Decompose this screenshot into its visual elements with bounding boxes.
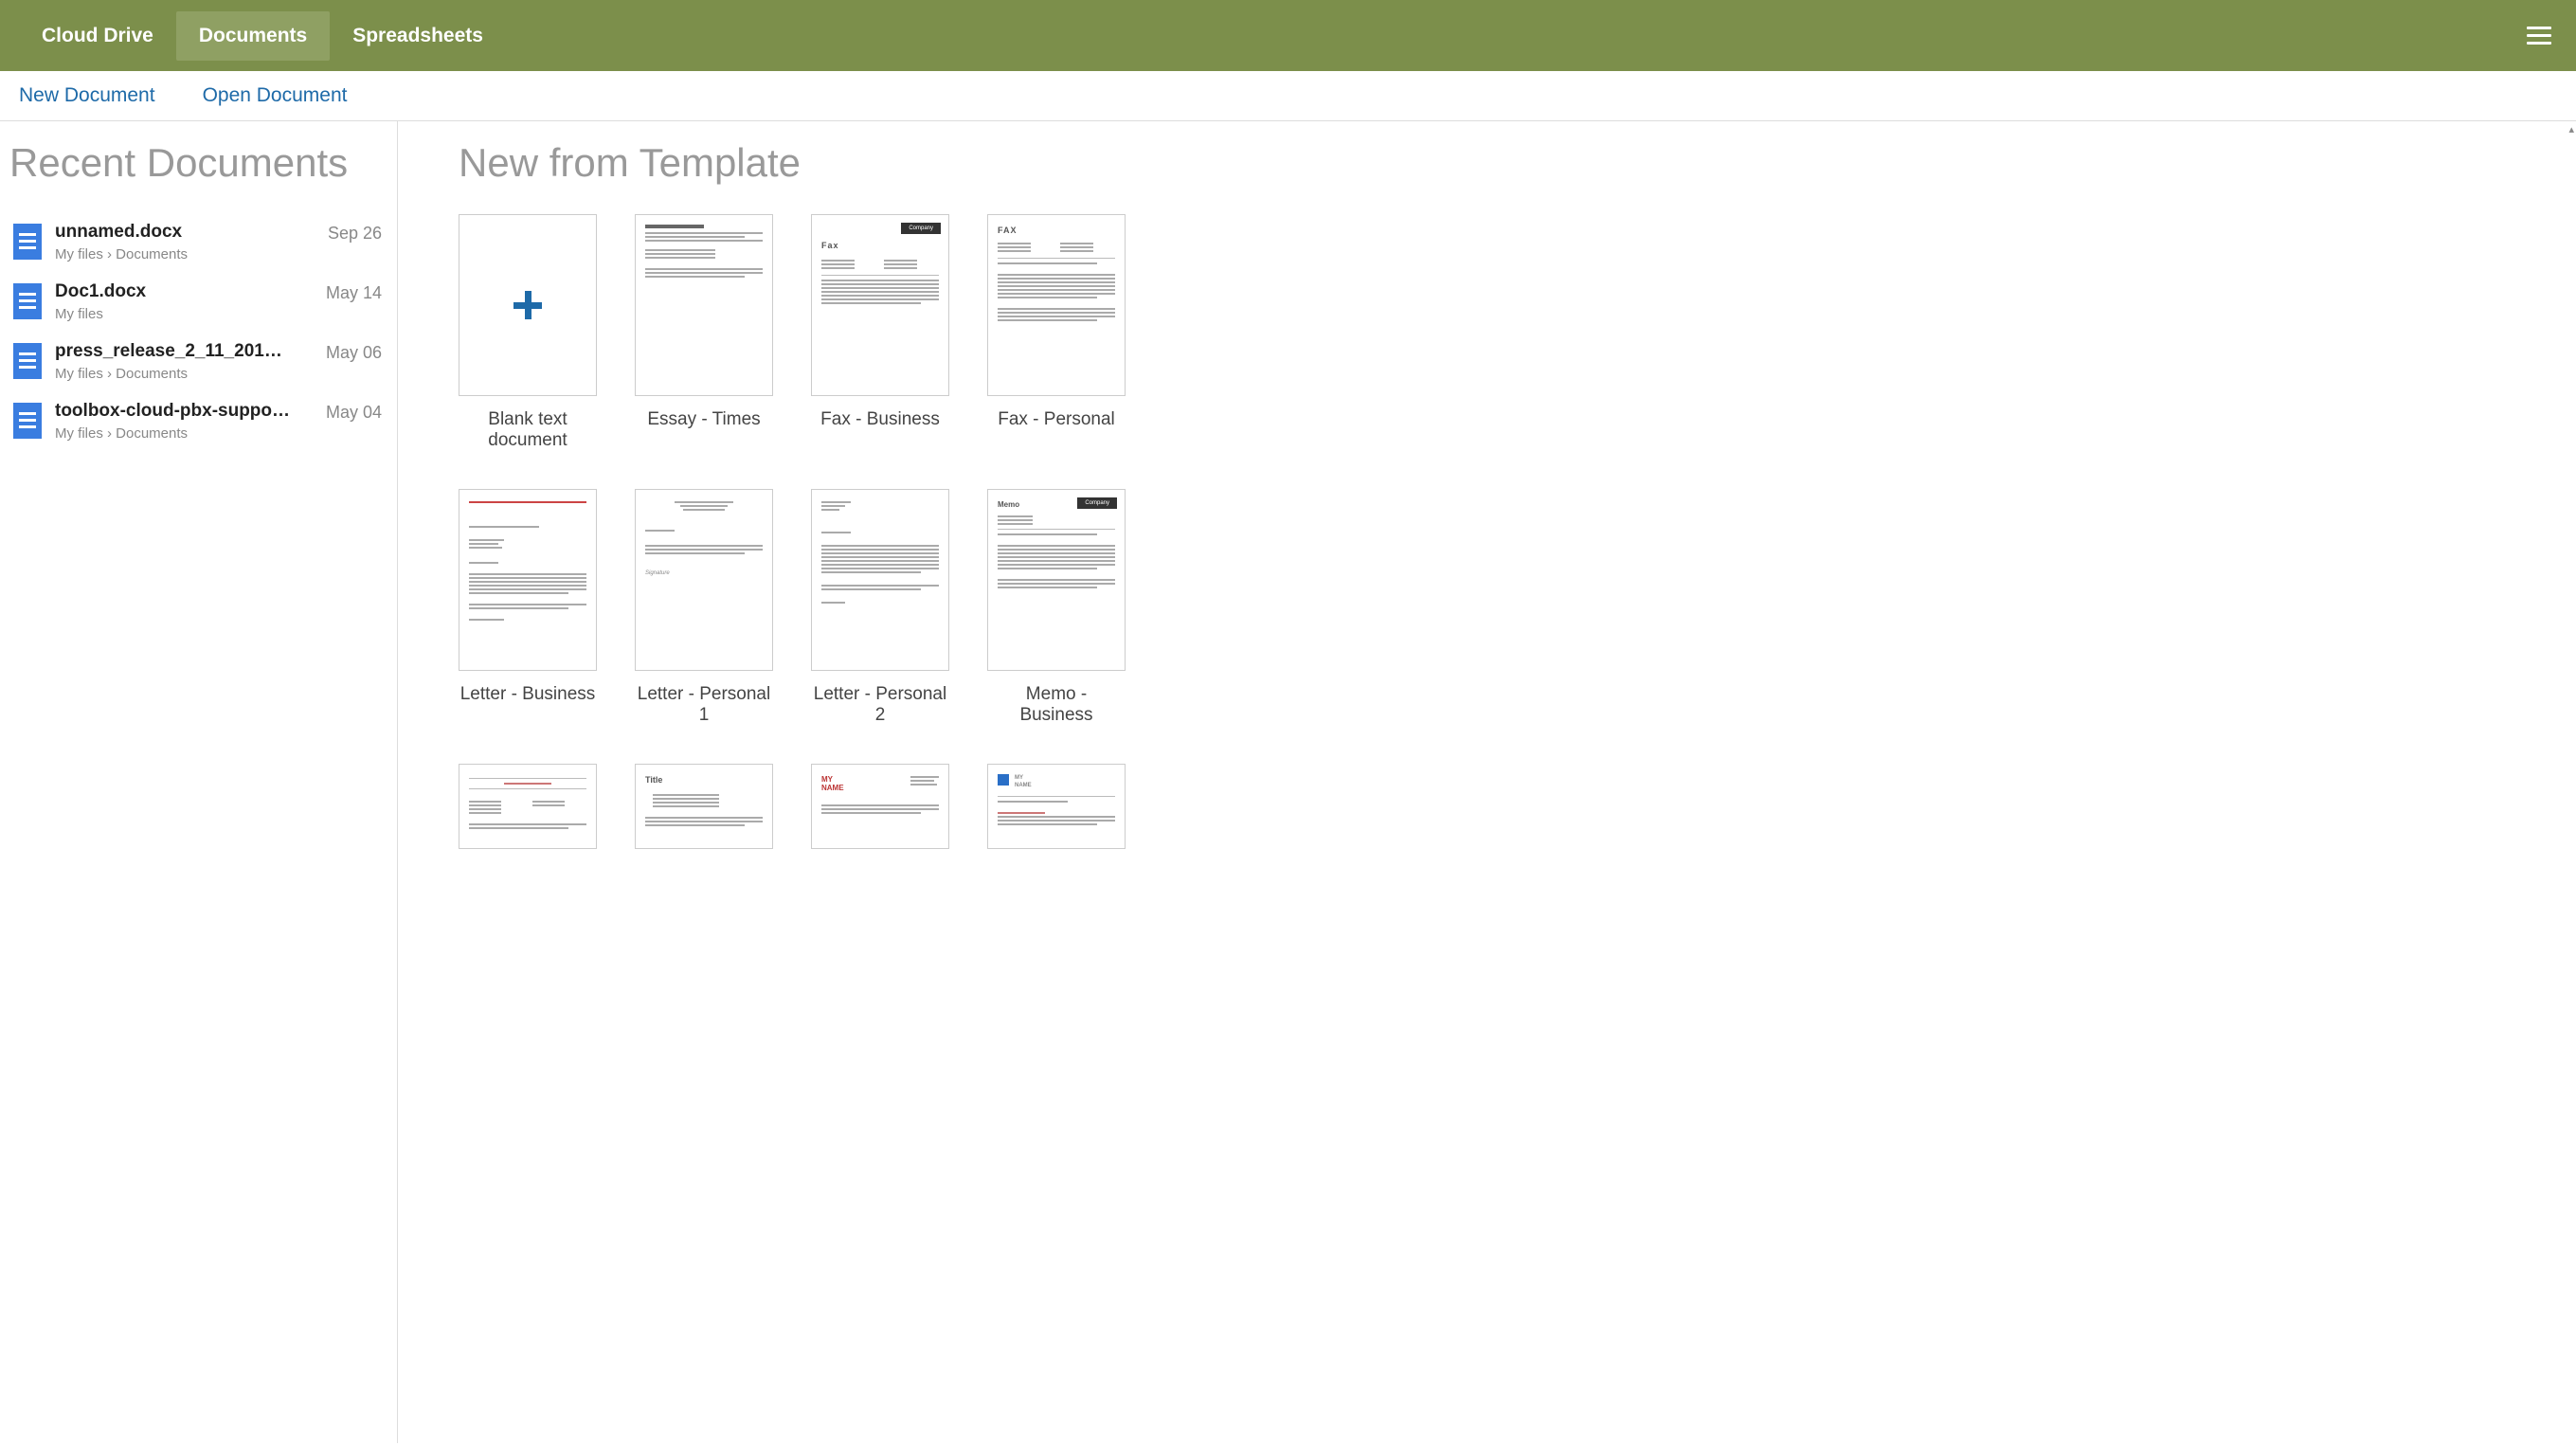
template-label: Letter - Personal 1 — [635, 684, 773, 726]
new-document-link[interactable]: New Document — [19, 84, 155, 107]
template-resume-blue[interactable]: MY NAME — [987, 764, 1126, 849]
blue-square-icon — [998, 774, 1009, 786]
title-preview: Title — [645, 774, 662, 786]
recent-documents-panel: Recent Documents unnamed.docx My files ›… — [0, 121, 398, 1443]
document-icon — [13, 224, 42, 260]
template-label: Essay - Times — [635, 409, 773, 430]
template-letter-personal-1[interactable]: Signature Letter - Personal 1 — [635, 489, 773, 726]
recent-document-path: My files — [55, 306, 313, 322]
company-chip: Company — [901, 223, 941, 234]
template-thumbnail: Title — [635, 764, 773, 849]
template-resume-red[interactable]: MYNAME — [811, 764, 949, 849]
template-essay-times[interactable]: Essay - Times — [635, 214, 773, 451]
recent-document-name: Doc1.docx — [55, 281, 292, 302]
menu-icon[interactable] — [2521, 21, 2557, 50]
fax-preview-title: Fax — [821, 240, 939, 252]
template-grid: Blank text document Essay - Times Compan… — [459, 214, 2515, 849]
recent-documents-heading: Recent Documents — [9, 140, 386, 186]
template-thumbnail: Signature — [635, 489, 773, 671]
template-thumbnail: FAX — [987, 214, 1126, 396]
template-blank-document[interactable]: Blank text document — [459, 214, 597, 451]
template-label: Memo - Business — [987, 684, 1126, 726]
recent-document-path: My files › Documents — [55, 425, 313, 442]
template-memo-business[interactable]: Company Memo Memo - Business — [987, 489, 1126, 726]
template-gallery: ▴ New from Template Blank text document — [398, 121, 2576, 1443]
template-thumbnail: MY NAME — [987, 764, 1126, 849]
recent-document-item[interactable]: press_release_2_11_2016.docx My files › … — [9, 332, 386, 391]
tab-cloud-drive[interactable]: Cloud Drive — [19, 11, 176, 61]
recent-document-meta: unnamed.docx My files › Documents — [55, 222, 315, 262]
template-label: Letter - Business — [459, 684, 597, 705]
resume-name-line2: NAME — [1015, 782, 1032, 789]
recent-document-name: toolbox-cloud-pbx-supported-d… — [55, 401, 292, 422]
document-icon — [13, 283, 42, 319]
template-label: Fax - Business — [811, 409, 949, 430]
content-area: Recent Documents unnamed.docx My files ›… — [0, 121, 2576, 1443]
template-meeting-minutes[interactable] — [459, 764, 597, 849]
template-title-list[interactable]: Title — [635, 764, 773, 849]
template-thumbnail: Company Memo — [987, 489, 1126, 671]
tab-spreadsheets[interactable]: Spreadsheets — [330, 11, 506, 61]
template-label: Fax - Personal — [987, 409, 1126, 430]
app-header: Cloud Drive Documents Spreadsheets — [0, 0, 2576, 71]
template-thumbnail: Company Fax — [811, 214, 949, 396]
template-thumbnail — [459, 489, 597, 671]
recent-document-path: My files › Documents — [55, 366, 313, 382]
document-icon — [13, 403, 42, 439]
template-thumbnail — [811, 489, 949, 671]
template-fax-business[interactable]: Company Fax Fax - Business — [811, 214, 949, 451]
template-label: Letter - Personal 2 — [811, 684, 949, 726]
main-tabs: Cloud Drive Documents Spreadsheets — [19, 11, 506, 61]
recent-document-meta: press_release_2_11_2016.docx My files › … — [55, 341, 313, 382]
recent-document-name: unnamed.docx — [55, 222, 292, 243]
recent-document-meta: toolbox-cloud-pbx-supported-d… My files … — [55, 401, 313, 442]
plus-icon — [513, 291, 542, 319]
document-icon — [13, 343, 42, 379]
resume-name-line1: MY — [1015, 774, 1032, 782]
recent-document-date: May 06 — [326, 343, 382, 363]
action-bar: New Document Open Document — [0, 71, 2576, 121]
recent-document-meta: Doc1.docx My files — [55, 281, 313, 322]
recent-document-date: Sep 26 — [328, 224, 382, 244]
scroll-up-icon[interactable]: ▴ — [2568, 123, 2574, 135]
template-thumbnail — [459, 764, 597, 849]
recent-document-item[interactable]: toolbox-cloud-pbx-supported-d… My files … — [9, 391, 386, 451]
recent-document-name: press_release_2_11_2016.docx — [55, 341, 292, 362]
template-fax-personal[interactable]: FAX Fax - Personal — [987, 214, 1126, 451]
open-document-link[interactable]: Open Document — [203, 84, 348, 107]
recent-document-item[interactable]: Doc1.docx My files May 14 — [9, 272, 386, 332]
recent-document-item[interactable]: unnamed.docx My files › Documents Sep 26 — [9, 212, 386, 272]
template-thumbnail — [635, 214, 773, 396]
recent-document-date: May 04 — [326, 403, 382, 423]
template-letter-business[interactable]: Letter - Business — [459, 489, 597, 726]
template-gallery-heading: New from Template — [459, 140, 2515, 186]
template-label: Blank text document — [459, 409, 597, 451]
resume-name-line2: NAME — [821, 783, 844, 793]
template-thumbnail: MYNAME — [811, 764, 949, 849]
template-letter-personal-2[interactable]: Letter - Personal 2 — [811, 489, 949, 726]
recent-document-path: My files › Documents — [55, 246, 315, 262]
tab-documents[interactable]: Documents — [176, 11, 330, 61]
company-chip: Company — [1077, 497, 1117, 509]
recent-document-date: May 14 — [326, 283, 382, 303]
fax-preview-title: FAX — [998, 225, 1115, 237]
template-thumbnail — [459, 214, 597, 396]
